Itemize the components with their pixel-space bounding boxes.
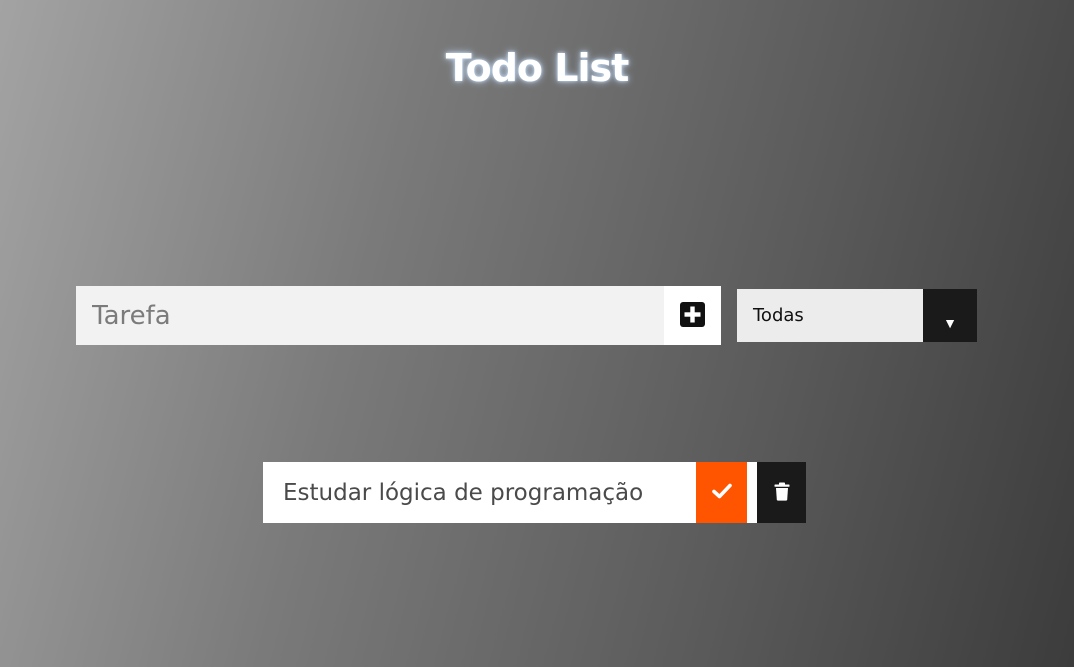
- todo-item: Estudar lógica de programação: [263, 462, 806, 523]
- chevron-down-icon[interactable]: ▼: [923, 289, 977, 342]
- plus-square-icon: [680, 301, 705, 330]
- divider: [747, 462, 757, 523]
- todo-input[interactable]: [76, 286, 664, 345]
- delete-todo-button[interactable]: [757, 462, 806, 523]
- trash-icon: [774, 482, 790, 504]
- add-todo-button[interactable]: [664, 286, 721, 345]
- complete-todo-button[interactable]: [696, 462, 747, 523]
- filter-selected-value[interactable]: Todas: [737, 289, 923, 342]
- filter-select[interactable]: Todas ▼: [737, 289, 977, 342]
- page-title: Todo List: [445, 46, 630, 90]
- todo-form: [76, 286, 721, 345]
- todo-item-text: Estudar lógica de programação: [263, 462, 696, 523]
- todo-list: Estudar lógica de programação: [263, 462, 806, 523]
- check-icon: [711, 483, 732, 502]
